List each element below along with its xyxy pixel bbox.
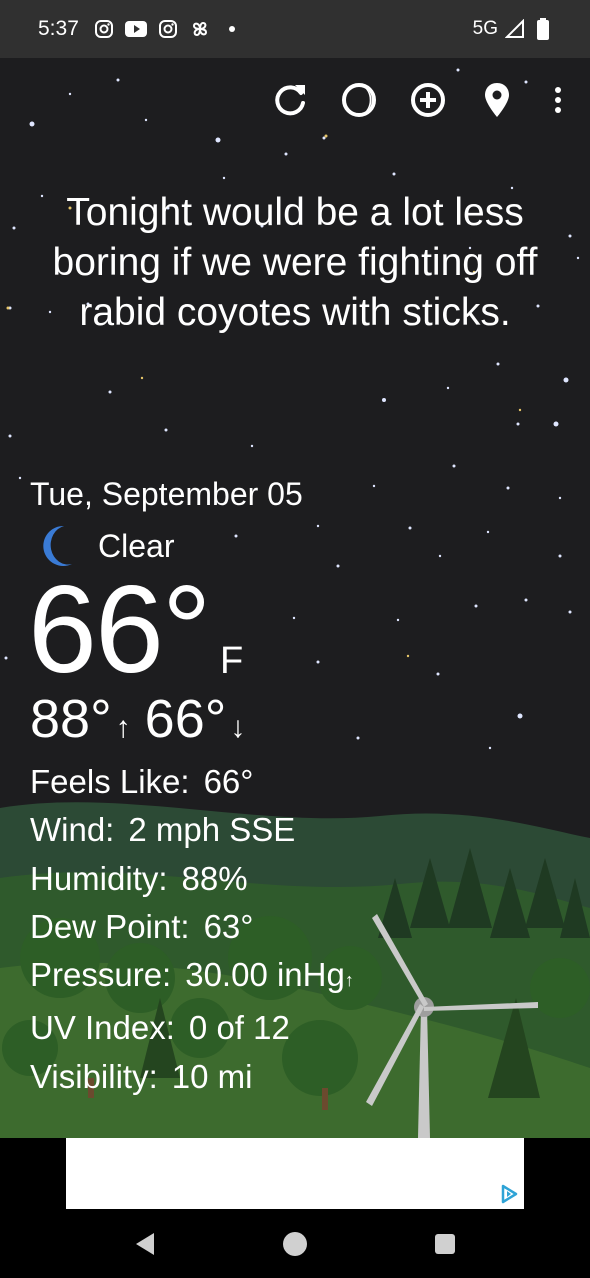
recents-icon bbox=[435, 1233, 455, 1254]
detail-feels-like: Feels Like: 66° bbox=[30, 763, 254, 800]
pressure-rising-icon: ↑ bbox=[344, 970, 354, 991]
moon-phase-icon bbox=[342, 83, 376, 117]
weather-date: Tue, September 05 bbox=[30, 476, 303, 512]
temperature-unit: F bbox=[220, 640, 244, 682]
youtube-icon bbox=[124, 18, 147, 40]
detail-dew-point: Dew Point: 63° bbox=[30, 907, 254, 945]
battery-icon bbox=[532, 18, 554, 40]
more-options-button[interactable] bbox=[538, 78, 578, 122]
recents-button[interactable] bbox=[370, 1214, 520, 1274]
dot-icon bbox=[221, 18, 243, 40]
weather-quote: Tonight would be a lot less boring if we… bbox=[52, 191, 538, 334]
refresh-button[interactable] bbox=[262, 78, 318, 122]
ad-choices-icon[interactable] bbox=[498, 1183, 520, 1205]
detail-humidity: Humidity: 88% bbox=[30, 859, 248, 897]
home-icon bbox=[283, 1231, 307, 1256]
status-right: 5G bbox=[473, 18, 554, 40]
detail-pressure: Pressure: 30.00 inHg↑ bbox=[30, 956, 354, 994]
instagram-icon bbox=[93, 18, 115, 40]
home-button[interactable] bbox=[220, 1214, 370, 1274]
condition-text: Clear bbox=[98, 527, 175, 564]
network-type: 5G bbox=[472, 18, 498, 39]
toolbar bbox=[262, 78, 578, 122]
arrow-up-icon: ↑ bbox=[115, 711, 131, 744]
current-temperature: 66° bbox=[28, 561, 212, 699]
low-temp: 66° bbox=[144, 689, 227, 749]
arrow-down-icon: ↓ bbox=[230, 711, 246, 744]
detail-uv-index: UV Index: 0 of 12 bbox=[30, 1009, 290, 1047]
instagram-icon bbox=[157, 18, 179, 40]
refresh-icon bbox=[275, 85, 305, 116]
moon-phase-button[interactable] bbox=[331, 78, 387, 122]
more-vert-icon bbox=[555, 87, 561, 113]
back-button[interactable] bbox=[70, 1214, 220, 1274]
back-icon bbox=[136, 1232, 154, 1255]
pinwheel-icon bbox=[189, 18, 211, 40]
detail-visibility: Visibility: 10 mi bbox=[30, 1057, 253, 1095]
status-time: 5:37 bbox=[38, 17, 79, 40]
high-low-temps: 88° ↑ 66° ↓ bbox=[30, 688, 259, 750]
add-location-icon bbox=[411, 83, 445, 117]
location-button[interactable] bbox=[469, 78, 525, 122]
weather-background: Tonight would be a lot less boring if we… bbox=[0, 58, 590, 1138]
ad-banner[interactable] bbox=[66, 1138, 524, 1209]
high-temp: 88° bbox=[30, 689, 112, 749]
weather-details: Feels Like: 66° Wind: 2 mph SSE Humidity: 8… bbox=[30, 758, 354, 1101]
signal-icon bbox=[504, 18, 526, 40]
location-pin-icon bbox=[485, 83, 509, 117]
system-nav-bar bbox=[0, 1209, 590, 1278]
notification-icons bbox=[93, 18, 243, 40]
detail-wind: Wind: 2 mph SSE bbox=[30, 811, 296, 849]
add-location-button[interactable] bbox=[400, 78, 456, 122]
status-bar: 5:37 5G bbox=[0, 0, 590, 58]
